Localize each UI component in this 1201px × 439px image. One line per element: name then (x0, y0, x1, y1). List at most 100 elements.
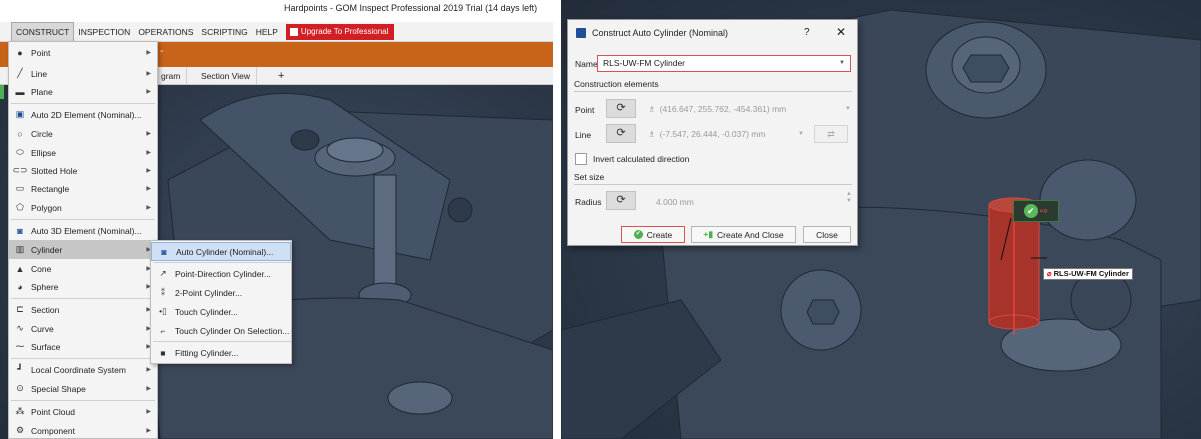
cylinder-submenu: ◙ Auto Cylinder (Nominal)... ↗ Point-Direc… (150, 240, 292, 364)
menu-item-surface[interactable]: ⁓ Surface ▶ (9, 337, 157, 356)
construction-elements-heading: Construction elements (574, 79, 659, 89)
menu-item-cylinder[interactable]: ▥ Cylinder ▶ (9, 240, 157, 259)
menu-construct[interactable]: CONSTRUCT (11, 21, 75, 42)
menu-item-point[interactable]: ● Point ▶ (9, 43, 157, 62)
swap-direction-button[interactable]: ⇄ (814, 125, 848, 143)
plane-icon: ▬ (15, 86, 25, 97)
construct-auto-cylinder-dialog: Construct Auto Cylinder (Nominal) ? ✕ Na… (567, 19, 858, 246)
menu-bar: CONSTRUCT INSPECTION OPERATIONS SCRIPTIN… (0, 21, 553, 42)
menu-separator (11, 400, 155, 401)
section-divider (574, 184, 852, 185)
submenu-item-label: Touch Cylinder... (175, 306, 238, 317)
menu-item-auto-2d[interactable]: ▣ Auto 2D Element (Nominal)... (9, 105, 157, 124)
cylinder-label[interactable]: ⌀ RLS-UW-FM Cylinder (1043, 268, 1133, 280)
submenu-arrow-icon: ▶ (146, 428, 151, 434)
cone-icon: ▲ (15, 263, 25, 274)
menu-item-local-coordinate-system[interactable]: ┛ Local Coordinate System ▶ (9, 360, 157, 379)
create-and-close-button[interactable]: +▮ Create And Close (691, 226, 796, 243)
point-cloud-icon: ⁂ (15, 406, 25, 416)
point-value[interactable]: ♗ (416.647, 255.762, -454.361) mm (648, 104, 786, 115)
tab-diagram[interactable]: gram (155, 67, 188, 85)
radius-refresh-button[interactable]: ⟳ (606, 191, 636, 210)
menu-item-slotted-hole[interactable]: ⊂⊃ Slotted Hole ▶ (9, 161, 157, 180)
dropdown-arrow-icon[interactable]: ▼ (839, 56, 845, 71)
menu-separator (11, 298, 155, 299)
upgrade-button[interactable]: Upgrade To Professional (285, 23, 395, 40)
fitting-cylinder-icon: ■ (160, 347, 166, 358)
submenu-arrow-icon: ▶ (146, 186, 151, 192)
menu-item-polygon[interactable]: ⬠ Polygon ▶ (9, 198, 157, 217)
section-icon: ⊏ (16, 304, 24, 314)
menu-item-label: Plane (31, 86, 53, 97)
create-button[interactable]: ✔ Create (621, 226, 685, 243)
refresh-icon: ⟳ (616, 194, 626, 206)
point-refresh-button[interactable]: ⟳ (606, 99, 636, 118)
submenu-item-touch-cylinder-on-selection[interactable]: ⌐ Touch Cylinder On Selection... (151, 321, 291, 340)
cylinder-label-text: RLS-UW-FM Cylinder (1053, 269, 1129, 278)
submenu-item-point-direction-cylinder[interactable]: ↗ Point-Direction Cylinder... (151, 264, 291, 283)
menu-item-point-cloud[interactable]: ⁂ Point Cloud ▶ (9, 402, 157, 421)
submenu-item-fitting-cylinder[interactable]: ■ Fitting Cylinder... (151, 343, 291, 362)
menu-help[interactable]: HELP (252, 22, 282, 42)
menu-item-sphere[interactable]: ◕ Sphere ▶ (9, 277, 157, 296)
submenu-item-label: 2-Point Cylinder... (175, 287, 243, 298)
construct-menu: ● Point ▶ ╱ Line ▶ ▬ Plane ▶ ▣ Auto 2D Element … (8, 41, 158, 439)
submenu-arrow-icon: ▶ (146, 409, 151, 415)
menu-separator (153, 262, 291, 263)
create-label: Create (646, 229, 673, 240)
menu-item-line[interactable]: ╱ Line ▶ (9, 64, 157, 83)
node-icon: ♗ (648, 104, 656, 114)
menu-item-auto-3d[interactable]: ◙ Auto 3D Element (Nominal)... (9, 221, 157, 240)
submenu-item-label: Touch Cylinder On Selection... (175, 325, 290, 336)
ellipse-icon: ⬭ (16, 147, 24, 157)
name-label: Name (575, 59, 598, 69)
dropdown-arrow-icon[interactable]: ▼ (845, 106, 851, 112)
accept-icon[interactable]: ✔ (1023, 204, 1038, 218)
toolbar-minus-icon[interactable]: - (160, 46, 163, 57)
menu-item-section[interactable]: ⊏ Section ▶ (9, 300, 157, 319)
radius-spinner-icon[interactable]: ▲ ▼ (846, 191, 852, 205)
create-and-close-label: Create And Close (717, 229, 784, 240)
tab-section-view[interactable]: Section View (195, 67, 257, 85)
menu-scripting[interactable]: SCRIPTING (197, 22, 251, 42)
help-icon[interactable]: ? (804, 27, 810, 38)
menu-item-circle[interactable]: ○ Circle ▶ (9, 124, 157, 143)
menu-item-component[interactable]: ⚙ Component ▶ (9, 421, 157, 439)
dialog-title: Construct Auto Cylinder (Nominal) (592, 28, 729, 38)
submenu-item-label: Point-Direction Cylinder... (175, 268, 271, 279)
slotted-hole-icon: ⊂⊃ (12, 165, 28, 175)
close-icon[interactable]: ✕ (836, 25, 846, 39)
menu-item-plane[interactable]: ▬ Plane ▶ (9, 82, 157, 101)
accept-exit-badge[interactable]: ✔ ⇨ (1013, 200, 1059, 222)
left-screenshot: Hardpoints - GOM Inspect Professional 20… (0, 0, 553, 439)
submenu-item-auto-cylinder[interactable]: ◙ Auto Cylinder (Nominal)... (151, 242, 291, 261)
line-refresh-button[interactable]: ⟳ (606, 124, 636, 143)
menu-separator (153, 341, 291, 342)
menu-item-cone[interactable]: ▲ Cone ▶ (9, 259, 157, 278)
tab-add[interactable]: + (272, 67, 290, 85)
menu-item-label: Rectangle (31, 183, 70, 194)
close-button[interactable]: Close (803, 226, 851, 243)
menu-separator (11, 103, 155, 104)
menu-item-ellipse[interactable]: ⬭ Ellipse ▶ (9, 143, 157, 162)
dialog-titlebar[interactable]: Construct Auto Cylinder (Nominal) (568, 20, 857, 46)
line-icon: ╱ (17, 68, 23, 78)
menu-inspection[interactable]: INSPECTION (74, 22, 134, 42)
invert-direction-checkbox[interactable] (575, 153, 587, 165)
menu-item-label: Cylinder (31, 244, 63, 255)
menu-item-curve[interactable]: ∿ Curve ▶ (9, 319, 157, 338)
line-value[interactable]: ♗ (-7.547, 26.444, -0.037) mm (648, 129, 765, 140)
submenu-arrow-icon: ▶ (146, 131, 151, 137)
menu-item-rectangle[interactable]: ▭ Rectangle ▶ (9, 179, 157, 198)
radius-value[interactable]: 4.000 mm (656, 197, 694, 207)
dropdown-arrow-icon[interactable]: ▼ (798, 131, 804, 137)
name-value: RLS-UW-FM Cylinder (603, 58, 686, 68)
menu-item-special-shape[interactable]: ⊙ Special Shape ▶ (9, 379, 157, 398)
submenu-item-touch-cylinder[interactable]: •▯ Touch Cylinder... (151, 302, 291, 321)
submenu-item-label: Fitting Cylinder... (175, 347, 239, 358)
auto-2d-icon: ▣ (15, 109, 25, 119)
name-field[interactable]: RLS-UW-FM Cylinder ▼ (597, 55, 851, 72)
submenu-item-2-point-cylinder[interactable]: ⁑ 2-Point Cylinder... (151, 283, 291, 302)
exit-icon[interactable]: ⇨ (1040, 206, 1048, 217)
menu-operations[interactable]: OPERATIONS (134, 22, 197, 42)
